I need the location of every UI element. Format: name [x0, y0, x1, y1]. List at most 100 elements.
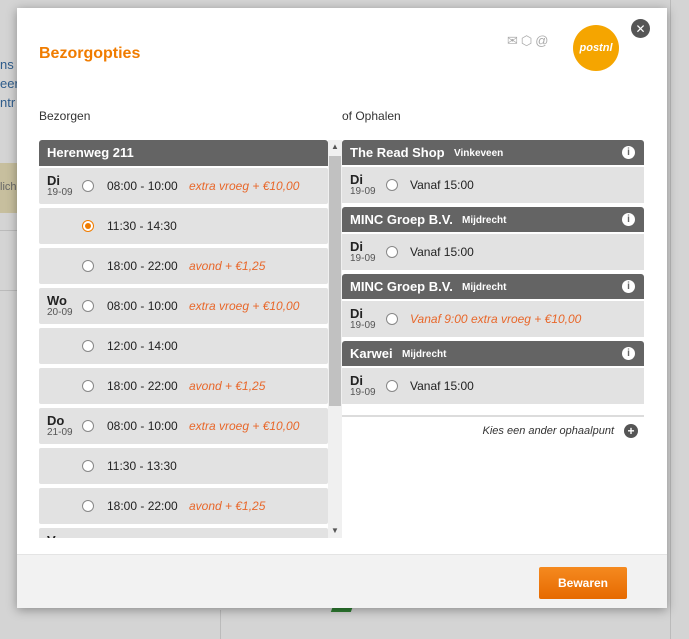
slot-day: Di — [350, 172, 363, 187]
slot-surcharge: extra vroeg + €10,00 — [189, 179, 300, 193]
pickup-slot[interactable]: Di 19-09 Vanaf 15:00 — [342, 368, 644, 404]
pickup-location-header: Karwei Mijdrecht i — [342, 341, 644, 366]
slot-time: 12:00 - 14:00 — [107, 339, 178, 353]
info-icon[interactable]: i — [622, 146, 635, 159]
scroll-up-icon[interactable]: ▲ — [328, 140, 342, 154]
pickup-label: of Ophalen — [342, 109, 401, 123]
slot-surcharge: avond + €1,25 — [189, 379, 266, 393]
delivery-slot[interactable]: Do 21-09 08:00 - 10:00 extra vroeg + €10,00 — [39, 408, 328, 444]
background-text: ns eer ntr — [0, 57, 19, 110]
slot-time: 08:00 - 10:00 — [107, 179, 178, 193]
slot-radio[interactable] — [386, 380, 398, 392]
delivery-type-icons: ✉ ⬡ @ — [507, 34, 548, 48]
slot-radio[interactable] — [82, 180, 94, 192]
other-pickup-point-link[interactable]: Kies een ander ophaalpunt + — [342, 415, 644, 438]
delivery-address-header: Herenweg 211 — [39, 140, 328, 166]
background-note: lich — [0, 163, 18, 213]
slot-time: Vanaf 15:00 — [410, 178, 474, 192]
modal-footer: Bewaren — [17, 554, 667, 608]
delivery-options-modal: Bezorgopties ✉ ⬡ @ postnl ✕ Bezorgen of … — [17, 8, 667, 608]
delivery-slot[interactable]: 18:00 - 22:00 avond + €1,25 — [39, 488, 328, 524]
location-city: Vinkeveen — [454, 148, 504, 159]
slot-date: 19-09 — [47, 187, 73, 198]
location-name: MINC Groep B.V. — [350, 279, 453, 294]
slot-time: Vanaf 15:00 — [410, 379, 474, 393]
location-city: Mijdrecht — [402, 349, 447, 360]
slot-radio[interactable] — [82, 380, 94, 392]
location-city: Mijdrecht — [462, 215, 507, 226]
info-icon[interactable]: i — [622, 347, 635, 360]
delivery-slot[interactable]: 18:00 - 22:00 avond + €1,25 — [39, 248, 328, 284]
slot-time: 18:00 - 22:00 — [107, 379, 178, 393]
slot-day: Di — [47, 173, 60, 188]
delivery-slot[interactable]: Wo 20-09 08:00 - 10:00 extra vroeg + €10,00 — [39, 288, 328, 324]
delivery-slot[interactable]: Di 19-09 08:00 - 10:00 extra vroeg + €10,00 — [39, 168, 328, 204]
pickup-slot[interactable]: Di 19-09 Vanaf 15:00 — [342, 167, 644, 203]
slot-date: 19-09 — [350, 387, 376, 398]
pickup-location-header: The Read Shop Vinkeveen i — [342, 140, 644, 165]
delivery-slot[interactable]: 11:30 - 14:30 — [39, 208, 328, 244]
scroll-down-icon[interactable]: ▼ — [328, 524, 342, 538]
slot-radio[interactable] — [82, 260, 94, 272]
slot-radio[interactable] — [386, 313, 398, 325]
slot-surcharge: avond + €1,25 — [189, 499, 266, 513]
slot-day: Wo — [47, 293, 67, 308]
slot-day: Di — [350, 373, 363, 388]
envelope-icon: ✉ — [507, 33, 518, 48]
slot-date: 19-09 — [350, 186, 376, 197]
delivery-slot-list[interactable]: Herenweg 211 Di 19-09 08:00 - 10:00 extra v… — [39, 140, 328, 538]
delivery-label: Bezorgen — [39, 109, 91, 123]
pickup-slot[interactable]: Di 19-09 Vanaf 15:00 — [342, 234, 644, 270]
location-name: MINC Groep B.V. — [350, 212, 453, 227]
slot-day: Di — [350, 306, 363, 321]
slot-surcharge: extra vroeg + €10,00 — [189, 299, 300, 313]
slot-date: 19-09 — [350, 320, 376, 331]
slot-radio[interactable] — [82, 460, 94, 472]
slot-date: 19-09 — [350, 253, 376, 264]
slot-day: Vr — [47, 534, 60, 538]
delivery-slot[interactable]: Vr — [39, 528, 328, 538]
slot-day: Di — [350, 239, 363, 254]
slot-time: 08:00 - 10:00 — [107, 299, 178, 313]
slot-date: 21-09 — [47, 427, 73, 438]
pickup-slot[interactable]: Di 19-09 Vanaf 9:00 extra vroeg + €10,00 — [342, 301, 644, 337]
pickup-location-header: MINC Groep B.V. Mijdrecht i — [342, 207, 644, 232]
slot-radio[interactable] — [82, 340, 94, 352]
info-icon[interactable]: i — [622, 213, 635, 226]
location-city: Mijdrecht — [462, 282, 507, 293]
scroll-thumb[interactable] — [329, 156, 341, 406]
close-button[interactable]: ✕ — [631, 19, 650, 38]
slot-time: 11:30 - 14:30 — [107, 219, 177, 233]
slot-time: 18:00 - 22:00 — [107, 259, 178, 273]
slot-radio[interactable] — [82, 500, 94, 512]
save-button[interactable]: Bewaren — [539, 567, 627, 599]
pickup-location-header: MINC Groep B.V. Mijdrecht i — [342, 274, 644, 299]
slot-surcharge: avond + €1,25 — [189, 259, 266, 273]
location-name: Karwei — [350, 346, 393, 361]
slot-radio[interactable] — [82, 300, 94, 312]
slot-time: Vanaf 15:00 — [410, 245, 474, 259]
delivery-slot[interactable]: 11:30 - 13:30 — [39, 448, 328, 484]
package-icon: ⬡ — [520, 33, 533, 48]
close-icon: ✕ — [635, 21, 646, 36]
plus-icon[interactable]: + — [624, 424, 638, 438]
delivery-slot[interactable]: 12:00 - 14:00 — [39, 328, 328, 364]
delivery-slot[interactable]: 18:00 - 22:00 avond + €1,25 — [39, 368, 328, 404]
info-icon[interactable]: i — [622, 280, 635, 293]
slot-radio[interactable] — [82, 220, 94, 232]
pickup-location-list: The Read Shop Vinkeveen i Di 19-09 Vanaf 15:0… — [342, 140, 644, 438]
slot-day: Do — [47, 413, 65, 428]
slot-date: 20-09 — [47, 307, 73, 318]
slot-time: 18:00 - 22:00 — [107, 499, 178, 513]
at-icon: @ — [535, 33, 549, 48]
slot-time: 08:00 - 10:00 — [107, 419, 178, 433]
slot-time: Vanaf 9:00 extra vroeg + €10,00 — [410, 312, 582, 326]
slot-time: 11:30 - 13:30 — [107, 459, 177, 473]
slot-surcharge: extra vroeg + €10,00 — [189, 419, 300, 433]
delivery-scrollbar[interactable]: ▲ ▼ — [328, 140, 342, 538]
slot-radio[interactable] — [82, 420, 94, 432]
slot-radio[interactable] — [386, 179, 398, 191]
slot-radio[interactable] — [386, 246, 398, 258]
location-name: The Read Shop — [350, 145, 445, 160]
postnl-logo: postnl — [573, 25, 619, 71]
